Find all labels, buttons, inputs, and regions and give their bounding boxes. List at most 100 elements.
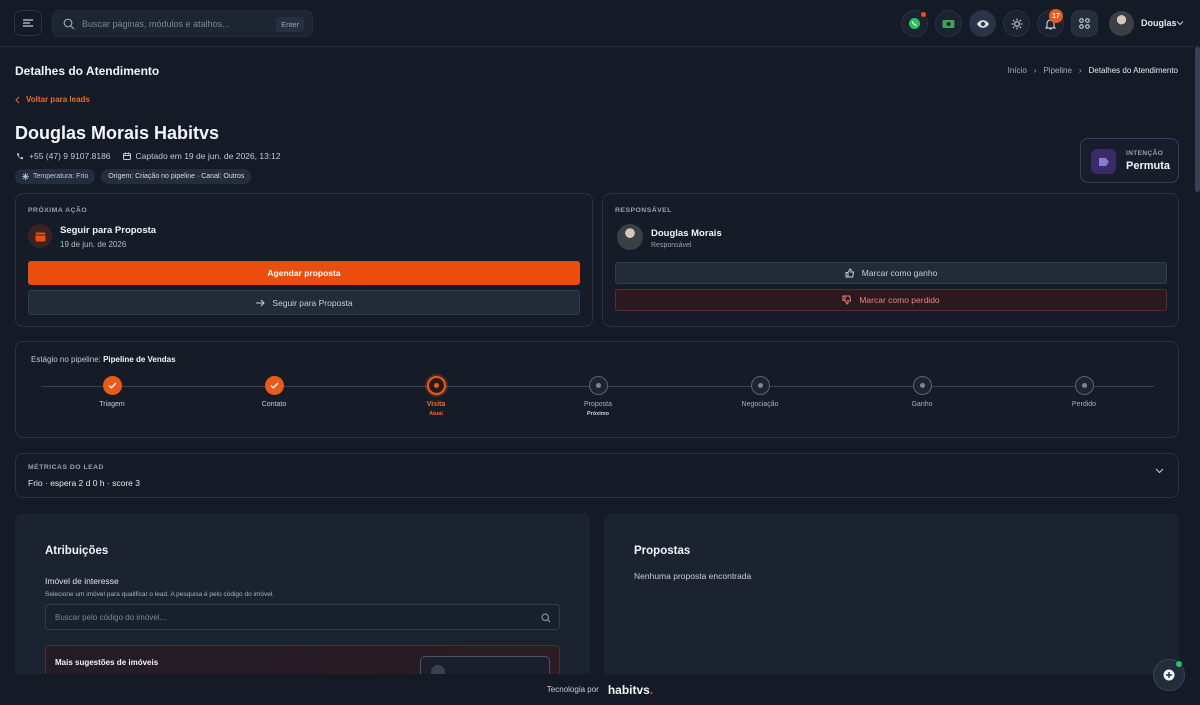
stage-name: Proposta (583, 401, 613, 408)
next-action-section-label: PRÓXIMA AÇÃO (28, 207, 88, 214)
stage-name: Visita (426, 401, 446, 408)
online-status-dot (1176, 661, 1182, 667)
chevron-down-icon[interactable] (1176, 20, 1184, 26)
next-action-title: Seguir para Proposta (60, 225, 157, 236)
responsible-role: Responsável (651, 242, 692, 249)
payments-button[interactable] (935, 10, 962, 37)
advance-to-proposal-button[interactable]: Seguir para Proposta (28, 290, 580, 315)
stage-status: Próximo (586, 411, 609, 417)
responsible-section-label: RESPONSÁVEL (615, 207, 672, 214)
user-name[interactable]: Douglas (1141, 18, 1177, 28)
top-bar: Buscar páginas, módulos e atalhos... Ent… (0, 0, 1200, 47)
assignments-title: Atribuições (45, 545, 109, 557)
tag-icon (1091, 149, 1116, 174)
plus-icon (1163, 669, 1175, 681)
temperature-tag-label: Temperatura: Frio (33, 173, 89, 180)
view-button[interactable] (969, 10, 996, 37)
chevron-right-icon: › (1078, 66, 1082, 75)
stage-contato[interactable]: Contato (229, 376, 319, 408)
lead-phone-text: +55 (47) 9 9107.8186 (29, 151, 111, 161)
proposals-panel: Propostas Nenhuma proposta encontrada (604, 513, 1179, 683)
sun-icon (1011, 18, 1022, 29)
theme-toggle-button[interactable] (1003, 10, 1030, 37)
proposals-title: Propostas (634, 545, 691, 557)
pipeline-label: Estágio no pipeline: (31, 355, 101, 364)
whatsapp-icon (909, 18, 920, 29)
temperature-tag: Temperatura: Frio (15, 169, 96, 184)
intent-value: Permuta (1126, 160, 1171, 172)
lead-captured-text: Captado em 19 de jun. de 2026, 13:12 (135, 151, 281, 161)
pending-stage-icon (912, 376, 932, 395)
calendar-icon (122, 152, 131, 160)
pending-stage-icon (750, 376, 770, 395)
stage-name: Contato (261, 401, 287, 408)
won-button-label: Marcar como ganho (861, 268, 938, 278)
search-icon (541, 613, 551, 623)
whatsapp-button[interactable] (901, 10, 928, 37)
intent-card: INTENÇÃO Permuta (1080, 138, 1179, 183)
search-icon (63, 18, 75, 30)
breadcrumb-home[interactable]: Início (1008, 66, 1027, 75)
chevron-down-icon[interactable] (1155, 468, 1164, 474)
stage-triagem[interactable]: Triagem (67, 376, 157, 408)
back-to-leads-link[interactable]: Voltar para leads (15, 95, 90, 104)
breadcrumb-current: Detalhes do Atendimento (1088, 66, 1178, 75)
stage-name: Negociação (741, 401, 779, 408)
stage-visita[interactable]: Visita Atual (391, 376, 481, 417)
assignments-panel: Atribuições Imóvel de interesse Selecion… (15, 513, 590, 684)
lead-name: Douglas Morais Habitvs (15, 123, 220, 143)
pipeline-card: Estágio no pipeline: Pipeline de Vendas … (15, 341, 1179, 438)
back-link-label: Voltar para leads (26, 95, 90, 104)
apps-button[interactable] (1071, 10, 1098, 37)
property-field-help: Selecione um imóvel para qualificar o le… (45, 591, 275, 598)
floating-action-button[interactable] (1153, 659, 1185, 691)
page-title: Detalhes do Atendimento (15, 64, 160, 78)
calendar-icon (28, 224, 52, 248)
metrics-summary: Frio · espera 2 d 0 h · score 3 (28, 478, 140, 488)
enter-key-hint: Enter (276, 17, 304, 32)
responsible-card: RESPONSÁVEL Douglas Morais Responsável M… (602, 193, 1179, 327)
lead-phone: +55 (47) 9 9107.8186 (16, 151, 111, 161)
mark-lost-button[interactable]: Marcar como perdido (615, 289, 1167, 311)
snowflake-icon (22, 173, 29, 180)
page-scrollbar[interactable] (1195, 47, 1200, 192)
responsible-name: Douglas Morais (651, 228, 722, 239)
chevron-left-icon (15, 96, 20, 103)
chevron-right-icon: › (1033, 66, 1037, 75)
schedule-proposal-button[interactable]: Agendar proposta (28, 261, 580, 285)
breadcrumb: Início › Pipeline › Detalhes do Atendime… (1008, 66, 1178, 75)
menu-toggle-button[interactable] (14, 10, 42, 36)
footer-text: Tecnologia por (546, 685, 599, 694)
responsible-avatar (617, 224, 643, 250)
property-search-placeholder: Buscar pelo código do imóvel... (55, 613, 167, 622)
lead-meta: +55 (47) 9 9107.8186 Captado em 19 de ju… (16, 151, 281, 161)
stage-proposta[interactable]: Proposta Próximo (553, 376, 643, 417)
property-search-input[interactable]: Buscar pelo código do imóvel... (45, 604, 560, 630)
stage-negociacao[interactable]: Negociação (715, 376, 805, 408)
lead-captured: Captado em 19 de jun. de 2026, 13:12 (122, 151, 281, 161)
stage-name: Triagem (99, 401, 125, 408)
whatsapp-status-dot (921, 12, 926, 17)
metrics-section-label: MÉTRICAS DO LEAD (28, 464, 104, 471)
metrics-card[interactable]: MÉTRICAS DO LEAD Frio · espera 2 d 0 h ·… (15, 453, 1179, 498)
lost-button-label: Marcar como perdido (859, 295, 940, 305)
intent-label: INTENÇÃO (1126, 150, 1164, 157)
global-search[interactable]: Buscar páginas, módulos e atalhos... Ent… (52, 10, 313, 37)
breadcrumb-pipeline[interactable]: Pipeline (1043, 66, 1071, 75)
pipeline-name: Pipeline de Vendas (103, 355, 176, 364)
thumbs-up-icon (845, 268, 854, 278)
arrow-right-icon (256, 299, 266, 306)
current-stage-icon (426, 376, 446, 395)
menu-icon (23, 19, 33, 27)
next-action-card: PRÓXIMA AÇÃO Seguir para Proposta 19 de … (15, 193, 593, 327)
eye-icon (976, 19, 989, 28)
stage-perdido[interactable]: Perdido (1039, 376, 1129, 408)
proposals-empty-message: Nenhuma proposta encontrada (634, 571, 752, 581)
footer-brand: habitvs (607, 682, 650, 697)
origin-tag: Origem: Criação no pipeline · Canal: Out… (101, 169, 252, 184)
user-avatar[interactable] (1109, 11, 1134, 36)
footer-brand-logo: habitvs. (607, 682, 654, 697)
stage-ganho[interactable]: Ganho (877, 376, 967, 408)
mark-won-button[interactable]: Marcar como ganho (615, 262, 1167, 284)
thumbs-down-icon (842, 295, 852, 305)
